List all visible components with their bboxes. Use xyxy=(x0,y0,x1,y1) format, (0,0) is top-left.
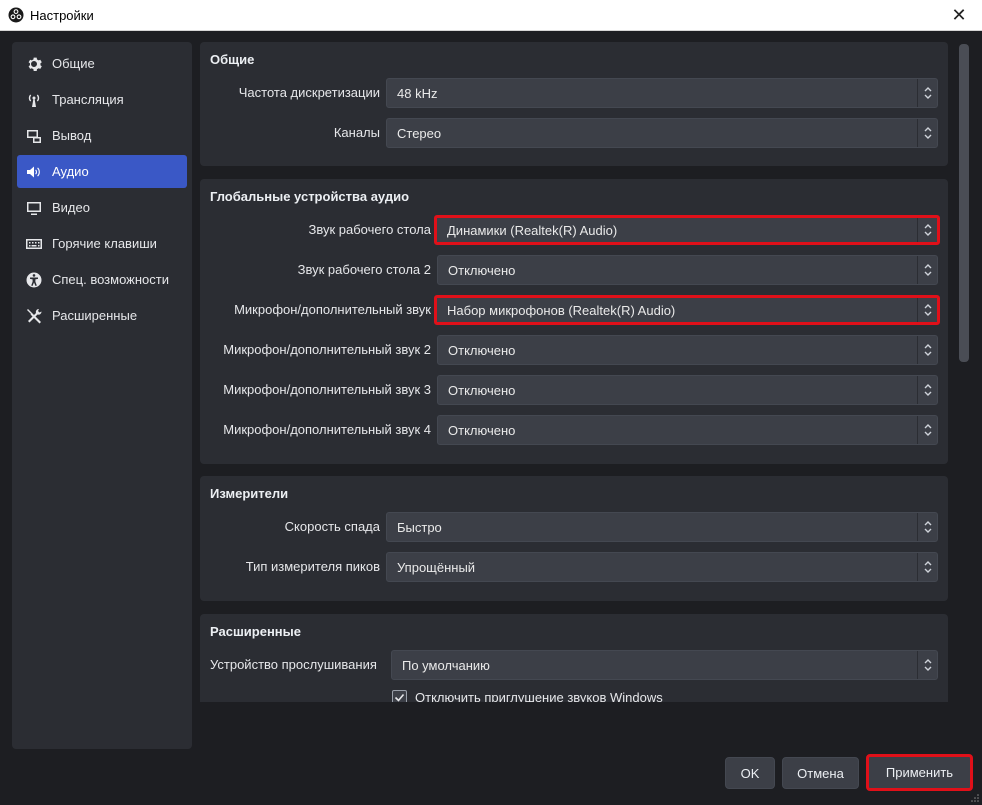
group-meters: Измерители Скорость спада Быстро Тип изм… xyxy=(200,476,948,601)
chevron-updown-icon xyxy=(917,416,937,444)
accessibility-icon xyxy=(24,272,44,288)
mic-audio-3-label: Микрофон/дополнительный звук 3 xyxy=(223,382,431,397)
mic-audio-4-select[interactable]: Отключено xyxy=(437,415,938,445)
title-bar: Настройки ✕ xyxy=(0,0,982,31)
keyboard-icon xyxy=(24,236,44,252)
desktop-audio-value: Динамики (Realtek(R) Audio) xyxy=(447,222,618,238)
sidebar: Общие Трансляция Вывод Аудио Видео Горяч… xyxy=(12,42,192,749)
peak-meter-select[interactable]: Упрощённый xyxy=(386,552,938,582)
channels-label: Каналы xyxy=(333,125,380,140)
chevron-updown-icon xyxy=(917,79,937,107)
cancel-button[interactable]: Отмена xyxy=(782,757,859,789)
scrollbar-thumb[interactable] xyxy=(959,44,969,362)
obs-logo-icon xyxy=(8,7,24,23)
apply-button[interactable]: Применить xyxy=(866,754,973,791)
gear-icon xyxy=(24,56,44,72)
channels-select[interactable]: Стерео xyxy=(386,118,938,148)
sidebar-item-label: Видео xyxy=(52,200,90,215)
mic-audio-4-label: Микрофон/дополнительный звук 4 xyxy=(223,422,431,437)
decay-rate-value: Быстро xyxy=(397,519,442,535)
mic-audio-4-value: Отключено xyxy=(448,422,516,438)
desktop-audio-2-select[interactable]: Отключено xyxy=(437,255,938,285)
sidebar-item-label: Спец. возможности xyxy=(52,272,169,287)
group-title: Расширенные xyxy=(210,624,301,639)
resize-grip-icon[interactable] xyxy=(971,794,979,802)
output-icon xyxy=(24,128,44,144)
sidebar-item-hotkeys[interactable]: Горячие клавиши xyxy=(17,227,187,260)
mic-audio-label: Микрофон/дополнительный звук xyxy=(234,302,431,317)
chevron-updown-icon xyxy=(917,513,937,541)
ok-button[interactable]: OK xyxy=(725,757,775,789)
chevron-updown-icon xyxy=(917,553,937,581)
disable-ducking-label: Отключить приглушение звуков Windows xyxy=(415,690,663,702)
desktop-audio-2-label: Звук рабочего стола 2 xyxy=(297,262,431,277)
mic-audio-2-label: Микрофон/дополнительный звук 2 xyxy=(223,342,431,357)
mic-audio-2-select[interactable]: Отключено xyxy=(437,335,938,365)
disable-ducking-checkbox[interactable] xyxy=(392,690,407,702)
group-title: Глобальные устройства аудио xyxy=(210,189,410,204)
group-title: Общие xyxy=(210,52,255,67)
sample-rate-value: 48 kHz xyxy=(397,85,438,101)
sidebar-item-advanced[interactable]: Расширенные xyxy=(17,299,187,332)
mic-audio-3-select[interactable]: Отключено xyxy=(437,375,938,405)
group-title: Измерители xyxy=(210,486,289,501)
decay-rate-label: Скорость спада xyxy=(284,519,380,534)
group-general: Общие Частота дискретизации 48 kHz Канал… xyxy=(200,42,948,166)
sidebar-item-label: Общие xyxy=(52,56,95,71)
sidebar-item-label: Расширенные xyxy=(52,308,138,323)
sidebar-item-stream[interactable]: Трансляция xyxy=(17,83,187,116)
sidebar-item-label: Горячие клавиши xyxy=(52,236,157,251)
group-audio-devices: Глобальные устройства аудио Звук рабочег… xyxy=(200,179,948,464)
monitoring-device-label: Устройство прослушивания xyxy=(210,657,377,672)
decay-rate-select[interactable]: Быстро xyxy=(386,512,938,542)
chevron-updown-icon xyxy=(917,298,937,322)
chevron-updown-icon xyxy=(917,336,937,364)
group-advanced: Расширенные Устройство прослушивания По … xyxy=(200,614,948,702)
sidebar-item-output[interactable]: Вывод xyxy=(17,119,187,152)
desktop-audio-select[interactable]: Динамики (Realtek(R) Audio) xyxy=(434,215,940,245)
checkmark-icon xyxy=(394,693,405,702)
close-icon: ✕ xyxy=(951,5,967,25)
sample-rate-select[interactable]: 48 kHz xyxy=(386,78,938,108)
tools-icon xyxy=(24,308,44,324)
chevron-updown-icon xyxy=(917,218,937,242)
content-scrollbar[interactable] xyxy=(957,42,971,702)
close-button[interactable]: ✕ xyxy=(936,0,982,31)
sidebar-item-label: Вывод xyxy=(52,128,92,143)
mic-audio-3-value: Отключено xyxy=(448,382,516,398)
monitor-icon xyxy=(24,200,44,216)
monitoring-device-select[interactable]: По умолчанию xyxy=(391,650,938,680)
chevron-updown-icon xyxy=(917,376,937,404)
sidebar-item-label: Трансляция xyxy=(52,92,124,107)
sidebar-item-accessibility[interactable]: Спец. возможности xyxy=(17,263,187,296)
sidebar-item-general[interactable]: Общие xyxy=(17,47,187,80)
sidebar-item-video[interactable]: Видео xyxy=(17,191,187,224)
antenna-icon xyxy=(24,92,44,108)
disable-ducking-checkbox-row[interactable]: Отключить приглушение звуков Windows xyxy=(392,690,663,702)
chevron-updown-icon xyxy=(917,256,937,284)
mic-audio-2-value: Отключено xyxy=(448,342,516,358)
speaker-icon xyxy=(24,164,44,180)
channels-value: Стерео xyxy=(397,125,442,141)
mic-audio-value: Набор микрофонов (Realtek(R) Audio) xyxy=(447,302,676,318)
settings-content: Общие Частота дискретизации 48 kHz Канал… xyxy=(200,42,950,702)
window-title: Настройки xyxy=(30,8,94,23)
peak-meter-label: Тип измерителя пиков xyxy=(245,559,380,574)
sidebar-item-label: Аудио xyxy=(52,164,89,179)
monitoring-device-value: По умолчанию xyxy=(402,657,490,673)
sidebar-item-audio[interactable]: Аудио xyxy=(17,155,187,188)
desktop-audio-label: Звук рабочего стола xyxy=(308,222,432,237)
mic-audio-select[interactable]: Набор микрофонов (Realtek(R) Audio) xyxy=(434,295,940,325)
chevron-updown-icon xyxy=(917,119,937,147)
sample-rate-label: Частота дискретизации xyxy=(238,85,380,100)
desktop-audio-2-value: Отключено xyxy=(448,262,516,278)
peak-meter-value: Упрощённый xyxy=(397,559,476,575)
chevron-updown-icon xyxy=(917,651,937,679)
